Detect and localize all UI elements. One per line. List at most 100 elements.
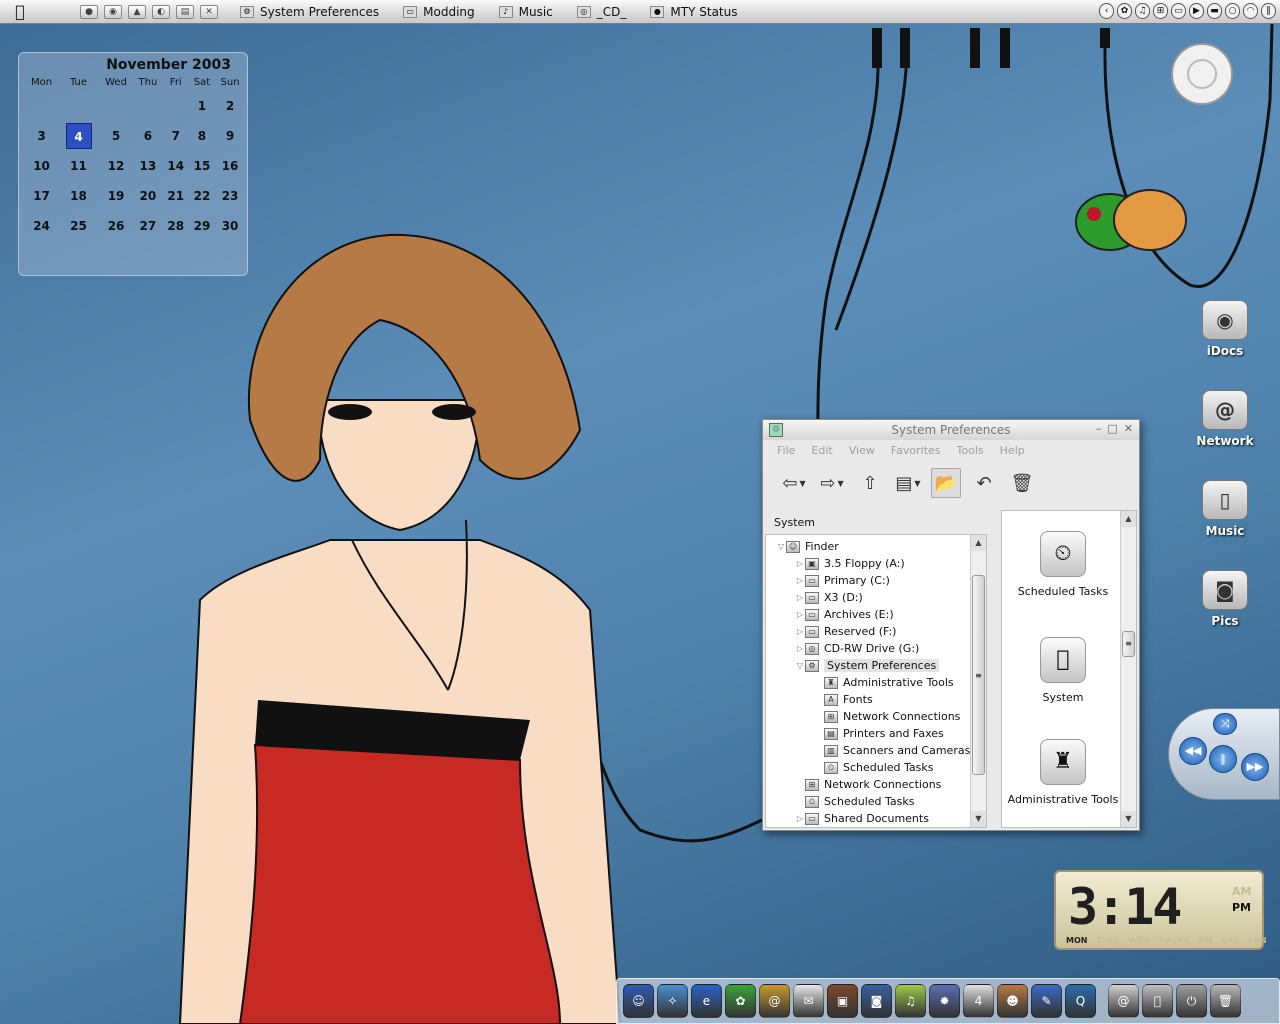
desktop-icon-idocs[interactable]: ◉ iDocs (1190, 300, 1260, 358)
calendar-day[interactable]: 30 (215, 211, 245, 241)
chat-icon[interactable]: ○ (1225, 3, 1240, 19)
desktop-icon-music[interactable]: ▯ Music (1190, 480, 1260, 538)
scroll-down-icon[interactable]: ▼ (971, 811, 986, 827)
maximize-icon[interactable]: □ (1107, 422, 1117, 435)
speaker-icon[interactable]: ♫ (1135, 3, 1150, 19)
tree-item[interactable]: ▷ ▭ Primary (C:) (766, 572, 986, 589)
desktop-icon-pics[interactable]: ◙ Pics (1190, 570, 1260, 628)
quicktime-icon[interactable]: Q (1065, 984, 1096, 1018)
menu-edit[interactable]: Edit (811, 444, 832, 457)
taskbar-item-mty-status[interactable]: ● MTY Status (638, 0, 749, 24)
calendar-day[interactable]: 8 (189, 121, 215, 151)
calendar-day[interactable]: 25 (58, 211, 99, 241)
undo-button[interactable]: ↶ (969, 468, 999, 498)
calendar-day[interactable]: 6 (133, 121, 163, 151)
tree-item[interactable]: ▷ ▭ Shared Documents (766, 810, 986, 827)
expander-icon[interactable]: ▷ (795, 559, 805, 568)
close-icon[interactable]: ✕ (1124, 422, 1133, 435)
calendar-day[interactable]: 2 (215, 91, 245, 121)
tree-item[interactable]: ▷ ▣ 3.5 Floppy (A:) (766, 555, 986, 572)
play-icon[interactable]: ▶ (1189, 3, 1204, 19)
tree-item[interactable]: A Fonts (766, 691, 986, 708)
icon-scheduled-tasks[interactable]: ⏲ Scheduled Tasks (1004, 531, 1122, 598)
calendar-day[interactable]: 19 (99, 181, 133, 211)
tree-item[interactable]: ▽ ☺ Finder (766, 538, 986, 555)
trash-icon[interactable]: 🗑 (1210, 984, 1241, 1018)
ical-icon[interactable]: 4 (963, 984, 994, 1018)
taskbar-item-system-preferences[interactable]: ⚙ System Preferences (228, 0, 391, 24)
folders-button[interactable]: 📂 (931, 468, 961, 498)
up-button[interactable]: ⇧ (855, 468, 885, 498)
desktop-icon-network[interactable]: @ Network (1190, 390, 1260, 448)
menu-view[interactable]: View (849, 444, 875, 457)
calendar-day[interactable]: 18 (58, 181, 99, 211)
minimize-icon[interactable]: – (1096, 422, 1102, 435)
pause-icon[interactable]: ‖ (1261, 3, 1276, 19)
network-icon[interactable]: ⊞ (1153, 3, 1168, 19)
scroll-thumb[interactable]: ≡ (972, 575, 985, 775)
calendar-day[interactable]: 22 (189, 181, 215, 211)
icons-scrollbar[interactable]: ▲ ≡ ▼ (1120, 511, 1136, 827)
pause-icon[interactable]: ‖ (1209, 745, 1237, 773)
app-icon-1[interactable]: ● (80, 4, 98, 19)
fast-forward-icon[interactable]: ▶▶ (1241, 753, 1269, 781)
scroll-up-icon[interactable]: ▲ (971, 535, 986, 551)
calendar-day[interactable]: 28 (163, 211, 189, 241)
apple-system-icon[interactable]:  (1142, 984, 1173, 1018)
expander-icon[interactable]: ▷ (795, 814, 805, 823)
app-icon-6[interactable]: ✕ (200, 4, 218, 19)
menu-tools[interactable]: Tools (957, 444, 984, 457)
calendar-day[interactable]: 21 (163, 181, 189, 211)
rewind-icon[interactable]: ◀◀ (1179, 737, 1207, 765)
calendar-day[interactable]: 17 (25, 181, 58, 211)
taskbar-item-modding[interactable]: ▭ Modding (391, 0, 487, 24)
calendar-day[interactable]: 20 (133, 181, 163, 211)
battery-icon[interactable]: ▬ (1207, 3, 1222, 19)
expanded-icon[interactable]: ▽ (795, 661, 805, 670)
app-icon-5[interactable]: ▤ (176, 4, 194, 19)
expander-icon[interactable]: ▷ (795, 627, 805, 636)
calendar-day[interactable]: 5 (99, 121, 133, 151)
icq-icon[interactable]: ✿ (725, 984, 756, 1018)
address-book-icon[interactable]: @ (759, 984, 790, 1018)
menu-favorites[interactable]: Favorites (891, 444, 941, 457)
expander-icon[interactable]: ▷ (795, 610, 805, 619)
taskbar-item-music[interactable]: ♪ Music (487, 0, 565, 24)
scroll-thumb[interactable]: ≡ (1122, 631, 1135, 657)
calendar-day-today[interactable]: 4 (58, 121, 99, 151)
wifi-icon[interactable]: ◠ (1243, 3, 1258, 19)
calendar-day[interactable]: 13 (133, 151, 163, 181)
calendar-day[interactable]: 29 (189, 211, 215, 241)
back-button[interactable]: ⇦ ▼ (779, 468, 809, 498)
app-icon-3[interactable]: ▲ (128, 4, 146, 19)
chevron-left-icon[interactable]: ‹ (1099, 3, 1114, 19)
icon-system[interactable]:  System (1004, 637, 1122, 704)
menu-file[interactable]: File (777, 444, 795, 457)
calendar-day[interactable]: 15 (189, 151, 215, 181)
expanded-icon[interactable]: ▽ (776, 542, 786, 551)
tree-item[interactable]: ♜ Administrative Tools (766, 674, 986, 691)
tree-item[interactable]: ▥ Scanners and Cameras (766, 742, 986, 759)
calendar-day[interactable]: 12 (99, 151, 133, 181)
pen-icon[interactable]: ✎ (1031, 984, 1062, 1018)
tree-item[interactable]: ⊞ Network Connections (766, 776, 986, 793)
tree-item[interactable]: ▷ ▭ Archives (E:) (766, 606, 986, 623)
tree-item[interactable]: ⏲ Scheduled Tasks (766, 759, 986, 776)
imovie-icon[interactable]: ✹ (929, 984, 960, 1018)
expander-icon[interactable]: ▷ (795, 576, 805, 585)
photos-icon[interactable]: ▣ (827, 984, 858, 1018)
calendar-day[interactable]: 14 (163, 151, 189, 181)
tree-item[interactable]: ▤ Printers and Faxes (766, 725, 986, 742)
tree-item[interactable]: ▽ ⚙ System Preferences (766, 657, 986, 674)
tree-item[interactable]: ▷ ▭ Reserved (F:) (766, 623, 986, 640)
mail-at-icon[interactable]: @ (1108, 984, 1139, 1018)
calendar-day[interactable]: 10 (25, 151, 58, 181)
internet-explorer-icon[interactable]: e (691, 984, 722, 1018)
expander-icon[interactable]: ▷ (795, 593, 805, 602)
tree-item[interactable]: ⏲ Scheduled Tasks (766, 793, 986, 810)
expander-icon[interactable]: ▷ (795, 644, 805, 653)
window-titlebar[interactable]: ⚙ System Preferences – □ ✕ (763, 420, 1139, 440)
shuffle-icon[interactable]: ⤨ (1213, 713, 1237, 735)
calendar-day[interactable]: 9 (215, 121, 245, 151)
calendar-day[interactable]: 24 (25, 211, 58, 241)
